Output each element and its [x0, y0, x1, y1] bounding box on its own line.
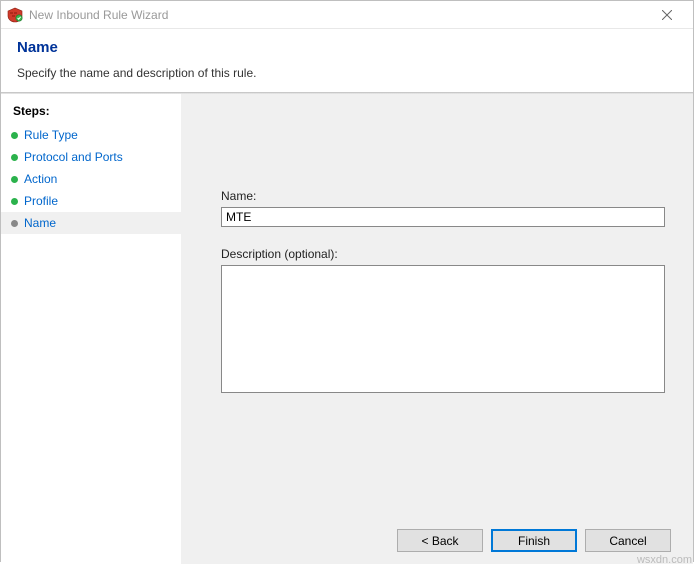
step-rule-type[interactable]: Rule Type — [1, 124, 181, 146]
finish-button[interactable]: Finish — [491, 529, 577, 552]
step-label: Action — [24, 172, 57, 186]
steps-heading: Steps: — [1, 100, 181, 124]
step-profile[interactable]: Profile — [1, 190, 181, 212]
bullet-icon — [11, 154, 18, 161]
close-button[interactable] — [647, 2, 687, 28]
name-label: Name: — [221, 189, 665, 203]
steps-sidebar: Steps: Rule Type Protocol and Ports Acti… — [1, 94, 181, 564]
firewall-icon — [7, 7, 23, 23]
back-button[interactable]: < Back — [397, 529, 483, 552]
page-subtitle: Specify the name and description of this… — [17, 66, 677, 80]
wizard-body: Steps: Rule Type Protocol and Ports Acti… — [1, 94, 693, 564]
step-protocol-ports[interactable]: Protocol and Ports — [1, 146, 181, 168]
titlebar: New Inbound Rule Wizard — [1, 1, 693, 29]
description-input[interactable] — [221, 265, 665, 393]
cancel-button[interactable]: Cancel — [585, 529, 671, 552]
step-name[interactable]: Name — [1, 212, 181, 234]
name-input[interactable] — [221, 207, 665, 227]
window-title: New Inbound Rule Wizard — [29, 8, 647, 22]
bullet-icon — [11, 198, 18, 205]
page-title: Name — [17, 39, 677, 56]
close-icon — [662, 10, 672, 20]
step-action[interactable]: Action — [1, 168, 181, 190]
description-label: Description (optional): — [221, 247, 665, 261]
form-area: Name: Description (optional): — [221, 189, 665, 396]
main-panel: Name: Description (optional): < Back Fin… — [181, 94, 693, 564]
step-label: Name — [24, 216, 56, 230]
bullet-icon — [11, 132, 18, 139]
wizard-window: New Inbound Rule Wizard Name Specify the… — [0, 0, 694, 562]
step-label: Rule Type — [24, 128, 78, 142]
step-label: Profile — [24, 194, 58, 208]
step-label: Protocol and Ports — [24, 150, 123, 164]
wizard-header: Name Specify the name and description of… — [1, 29, 693, 92]
button-row: < Back Finish Cancel — [397, 529, 671, 552]
bullet-icon — [11, 176, 18, 183]
watermark: wsxdn.com — [637, 554, 692, 566]
bullet-icon — [11, 220, 18, 227]
